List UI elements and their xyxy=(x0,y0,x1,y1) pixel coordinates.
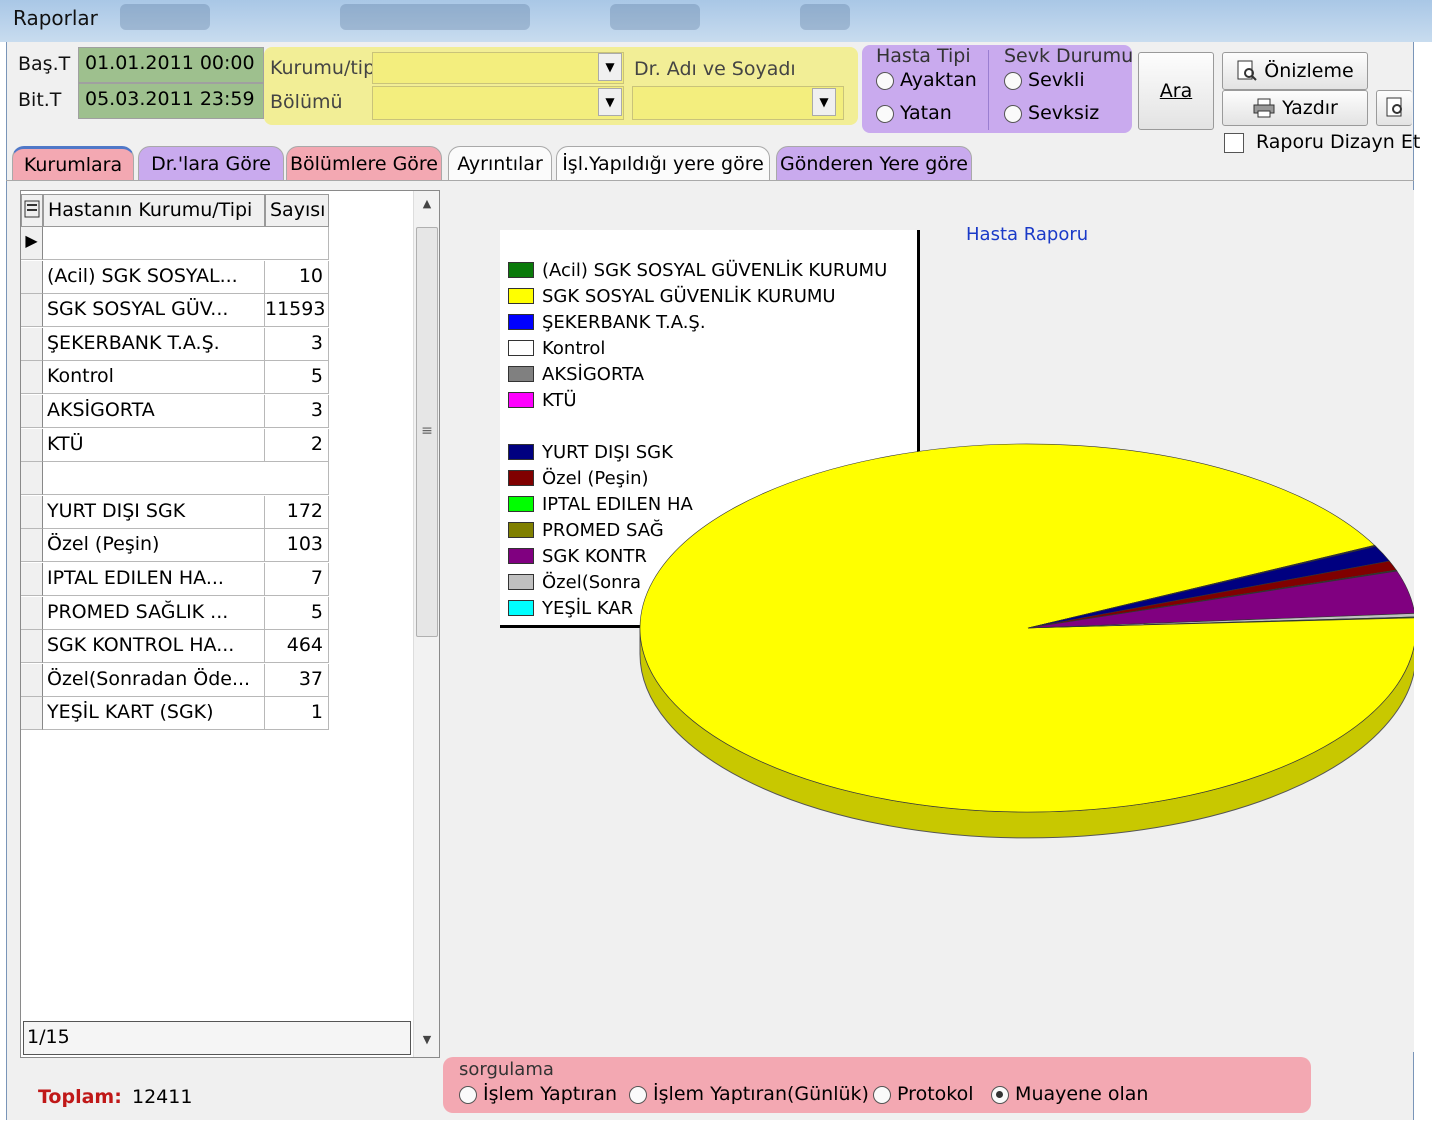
query-panel: sorgulama İşlem Yaptıran İşlem Yaptıran(… xyxy=(443,1057,1311,1113)
radio-protokol[interactable]: Protokol xyxy=(873,1083,974,1105)
radio-islem-yaptiran-gunluk[interactable]: İşlem Yaptıran(Günlük) xyxy=(629,1083,869,1105)
radio-label: Protokol xyxy=(897,1083,974,1105)
pie-slice xyxy=(639,443,1414,813)
pie-chart xyxy=(639,443,1414,839)
query-title: sorgulama xyxy=(459,1059,554,1080)
radio-label: Muayene olan xyxy=(1015,1083,1149,1105)
radio-icon xyxy=(873,1085,891,1104)
radio-muayene-olan[interactable]: Muayene olan xyxy=(991,1083,1148,1105)
radio-label: İşlem Yaptıran(Günlük) xyxy=(653,1083,869,1105)
radio-islem-yaptiran[interactable]: İşlem Yaptıran xyxy=(459,1083,617,1105)
radio-label: İşlem Yaptıran xyxy=(483,1083,617,1105)
radio-icon xyxy=(459,1085,477,1104)
radio-icon xyxy=(629,1085,647,1104)
radio-icon xyxy=(991,1085,1009,1104)
